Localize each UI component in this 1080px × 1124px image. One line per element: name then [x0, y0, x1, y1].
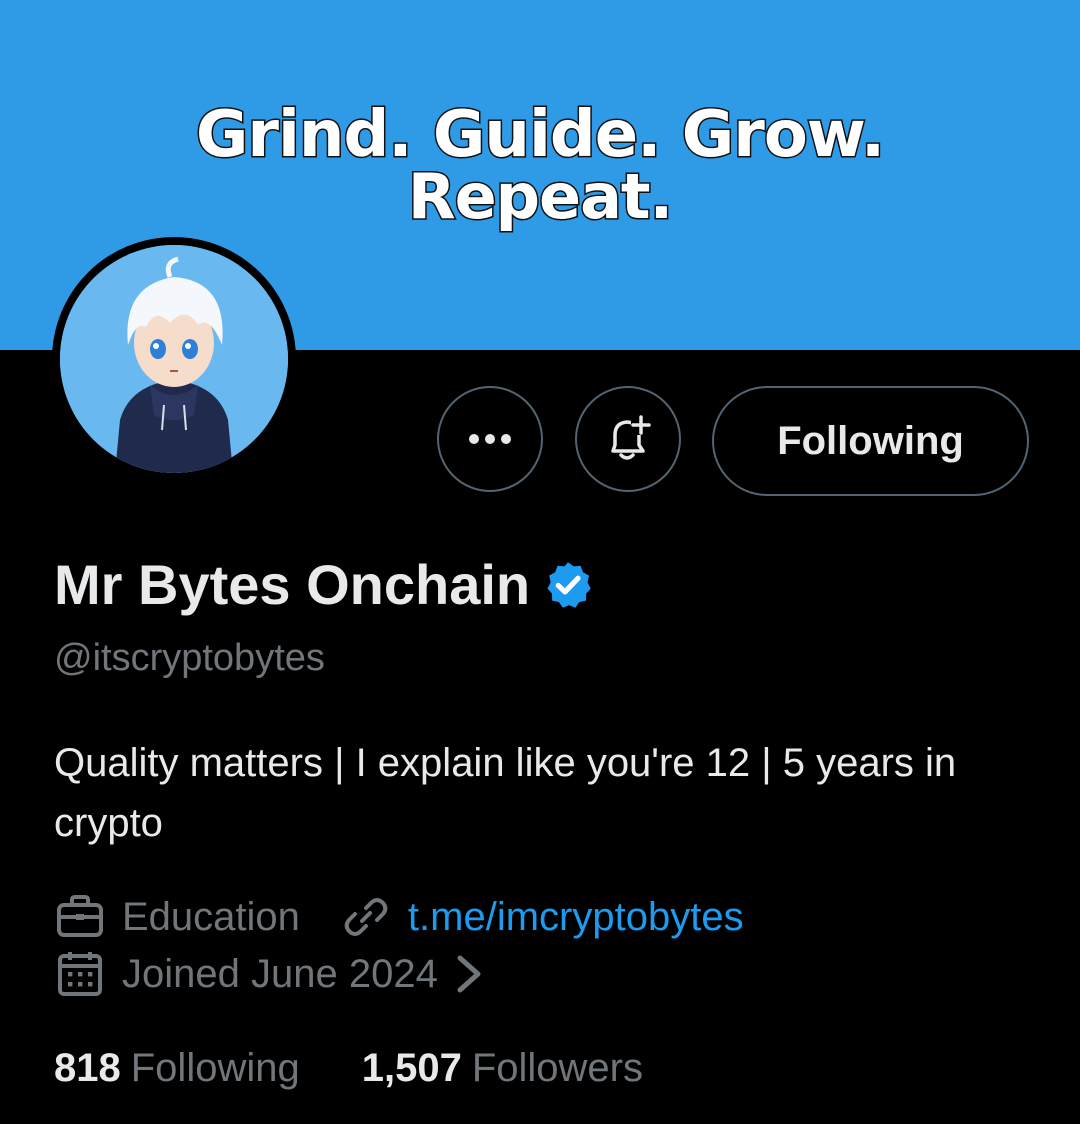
verified-badge-icon[interactable]: [542, 559, 594, 611]
briefcase-icon: [57, 895, 103, 937]
following-stat[interactable]: 818 Following: [54, 1046, 300, 1091]
chevron-right-icon: [457, 955, 481, 993]
followers-stat-label: Followers: [471, 1046, 643, 1090]
followers-count: 1,507: [361, 1046, 462, 1090]
profile-joined-date: Joined June 2024: [122, 951, 438, 996]
calendar-icon: [58, 952, 102, 996]
link-icon: [344, 898, 388, 936]
banner-text-line-2: Repeat.: [406, 159, 674, 235]
avatar-cartoon-icon: [60, 245, 288, 473]
following-button[interactable]: Following: [712, 386, 1029, 496]
profile-name-row: Mr Bytes Onchain: [54, 552, 594, 617]
more-button[interactable]: [437, 386, 543, 492]
display-name: Mr Bytes Onchain: [54, 553, 531, 616]
notifications-button[interactable]: [575, 386, 681, 492]
profile-meta-row-2[interactable]: Joined June 2024: [54, 948, 484, 1000]
profile-stats: 818 Following 1,507 Followers: [54, 1046, 643, 1091]
following-count: 818: [54, 1046, 121, 1090]
following-stat-label: Following: [130, 1046, 300, 1090]
profile-category: Education: [122, 894, 300, 939]
profile-handle: @itscryptobytes: [54, 637, 325, 679]
followers-stat[interactable]: 1,507 Followers: [362, 1046, 643, 1091]
profile-meta-row-1: Education t.me/imcryptobytes: [54, 891, 744, 943]
more-dots-icon: [469, 434, 511, 444]
profile-bio: Quality matters | I explain like you're …: [54, 741, 957, 845]
avatar-image: [60, 245, 288, 473]
bell-plus-icon: [611, 415, 651, 460]
profile-link[interactable]: t.me/imcryptobytes: [408, 895, 744, 940]
avatar[interactable]: [52, 237, 296, 481]
